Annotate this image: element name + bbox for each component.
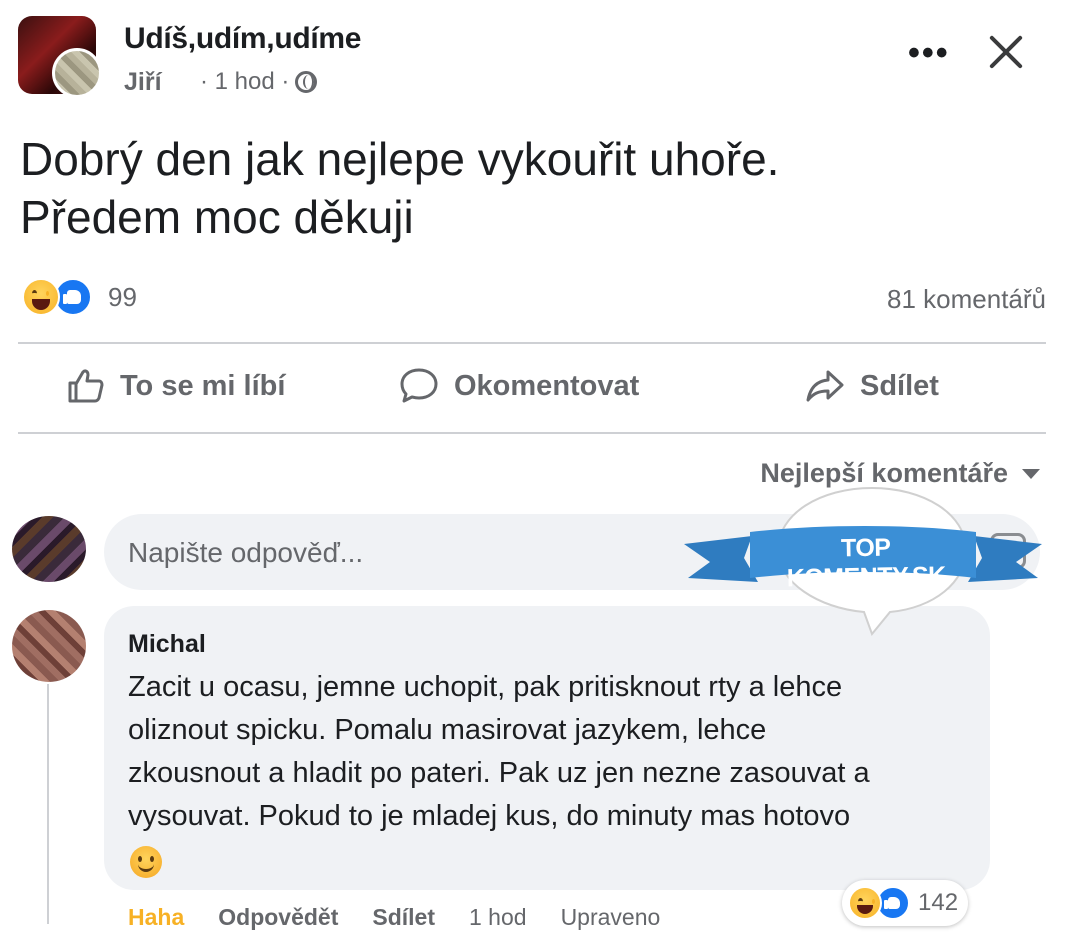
current-user-avatar — [12, 516, 86, 582]
comment-text-line: vysouvat. Pokud to je mladej kus, do min… — [128, 800, 851, 832]
commenter-avatar[interactable] — [12, 610, 86, 682]
share-label: Sdílet — [860, 369, 939, 402]
divider — [18, 432, 1046, 434]
haha-reaction-icon — [22, 278, 60, 316]
comment-reactions[interactable]: 142 — [842, 880, 969, 926]
group-name[interactable]: Udíš,udím,udíme — [124, 22, 361, 56]
haha-reaction-button[interactable]: Haha — [128, 904, 184, 931]
smile-emoji-icon — [130, 846, 162, 878]
comment-button[interactable]: Okomentovat — [398, 366, 639, 406]
comment-share-button[interactable]: Sdílet — [372, 904, 435, 931]
like-label: To se mi líbí — [120, 369, 286, 402]
share-icon — [806, 370, 844, 402]
post-reactions[interactable]: 99 — [22, 278, 137, 316]
comment-label: Okomentovat — [454, 369, 640, 402]
comment-text-line: oliznout spicku. Pomalu masirovat jazyke… — [128, 714, 767, 746]
thread-line — [47, 684, 49, 924]
post-text-line: Předem moc děkuji — [20, 191, 414, 243]
post-text: Dobrý den jak nejlepe vykouřit uhoře. Př… — [20, 130, 1020, 246]
post-text-line: Dobrý den jak nejlepe vykouřit uhoře. — [20, 133, 780, 185]
post-time[interactable]: · 1 hod · — [200, 68, 289, 96]
more-options-icon[interactable]: ••• — [908, 36, 950, 70]
watermark-text: TOP KOMENTY.SK — [786, 533, 946, 593]
chevron-down-icon — [1022, 468, 1040, 479]
share-button[interactable]: Sdílet — [804, 366, 939, 406]
thumbs-up-icon — [68, 369, 104, 403]
comment-text-line: Zacit u ocasu, jemne uchopit, pak pritis… — [128, 671, 843, 703]
author-name[interactable]: Jiří — [124, 68, 162, 97]
comment-reaction-count: 142 — [918, 889, 959, 916]
comment-text-line: zkousnout a hladit po pateri. Pak uz jen… — [128, 757, 870, 789]
edited-label: Upraveno — [560, 904, 661, 930]
post-meta: · 1 hod · — [200, 68, 318, 96]
close-icon[interactable] — [984, 30, 1028, 74]
comment-count[interactable]: 81 komentářů — [887, 284, 1046, 315]
commenter-name[interactable]: Michal — [128, 630, 206, 659]
author-avatar[interactable] — [52, 48, 102, 98]
comment-actions: Haha Odpovědět Sdílet 1 hod Upraveno — [128, 904, 660, 931]
reply-button[interactable]: Odpovědět — [218, 904, 338, 931]
like-button[interactable]: To se mi líbí — [66, 366, 285, 406]
reaction-count: 99 — [108, 281, 137, 312]
globe-icon — [295, 71, 318, 93]
comment-icon — [400, 368, 438, 403]
comment-text: Zacit u ocasu, jemne uchopit, pak pritis… — [128, 666, 978, 838]
divider — [18, 342, 1046, 344]
haha-reaction-icon — [848, 886, 882, 920]
comment-time[interactable]: 1 hod — [469, 904, 527, 931]
reply-placeholder: Napište odpověď... — [128, 537, 364, 568]
